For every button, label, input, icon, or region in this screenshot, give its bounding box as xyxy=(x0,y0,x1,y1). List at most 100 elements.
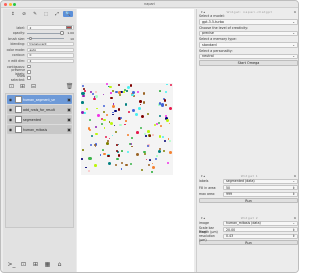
eye-icon[interactable]: ◉ xyxy=(8,127,13,132)
transform-icon[interactable]: ⤢ xyxy=(52,11,62,17)
fill-area-spinbox[interactable]: 50 ⇕ xyxy=(223,185,298,191)
grid-icon[interactable]: ▦ xyxy=(44,261,51,268)
trash-icon[interactable]: 🗑 xyxy=(66,83,74,90)
cell-label xyxy=(82,94,85,98)
dock-float-icon[interactable]: ⧉ xyxy=(294,10,296,14)
roll-axes-icon[interactable]: ⊞ xyxy=(32,261,39,268)
cell-label xyxy=(151,133,154,136)
cell-label xyxy=(168,106,172,110)
cell-label xyxy=(115,163,118,166)
property-slider[interactable]: 1.00 xyxy=(27,31,74,35)
cell-label xyxy=(165,104,168,107)
property-label: show selected: xyxy=(10,73,25,82)
cell-label xyxy=(94,145,97,148)
eye-icon[interactable]: ◉ xyxy=(8,117,13,122)
cell-label xyxy=(100,123,103,125)
cell-label xyxy=(123,88,126,91)
cell-label xyxy=(163,139,166,142)
fill-icon[interactable]: ⬚ xyxy=(41,11,51,17)
layer-type-icon: ▣ xyxy=(67,97,71,102)
property-spinbox[interactable]: 0 xyxy=(27,53,74,58)
new-points-layer-icon[interactable]: ⊡ xyxy=(8,83,15,90)
titlebar: napari xyxy=(1,1,298,8)
chevron-down-icon: ⌄ xyxy=(292,221,295,225)
cell-label xyxy=(139,126,143,130)
cell-label xyxy=(145,158,148,161)
property-select[interactable]: translucent xyxy=(27,42,74,47)
cell-label xyxy=(102,149,104,151)
slider-handle[interactable] xyxy=(29,36,33,41)
layer-item[interactable]: ◉ add_rvals_for_result ▣ xyxy=(7,105,72,114)
new-shapes-layer-icon[interactable]: ⊞ xyxy=(19,83,26,90)
property-checkbox[interactable] xyxy=(27,76,31,80)
cell-label xyxy=(109,122,114,126)
max-area-spinbox[interactable]: 999 ⇕ xyxy=(223,191,298,197)
pixel-resolution-spinbox[interactable]: 0.43 ⇕ xyxy=(223,233,298,239)
image-select[interactable]: human_mitosis (data) ⌄ xyxy=(223,220,298,226)
property-spinbox[interactable]: 2 xyxy=(27,25,74,30)
property-checkbox[interactable] xyxy=(27,64,31,69)
home-icon[interactable]: ⌂ xyxy=(56,261,63,268)
ndisplay-icon[interactable]: ⊡ xyxy=(20,261,27,268)
cell-label xyxy=(110,92,112,94)
console-icon[interactable]: >_ xyxy=(7,261,15,268)
cell-label xyxy=(116,157,119,161)
cell-label xyxy=(147,129,151,133)
personality-label: Select a personality: xyxy=(199,48,233,53)
cell-label xyxy=(131,137,134,140)
eye-icon[interactable]: ◉ xyxy=(8,107,13,112)
run-button[interactable]: Run xyxy=(199,197,298,204)
cell-label xyxy=(103,118,106,122)
start-omega-button[interactable]: Start Omega xyxy=(199,60,298,66)
paint-icon[interactable]: ✎ xyxy=(30,11,40,17)
cell-label xyxy=(107,140,110,142)
pan-zoom-icon[interactable]: ↕ xyxy=(8,11,18,17)
layer-thumbnail xyxy=(14,96,22,103)
cell-label xyxy=(126,89,129,92)
cell-label xyxy=(139,100,142,103)
layer-item[interactable]: ◉ segmented ▣ xyxy=(7,115,72,124)
cell-label xyxy=(145,135,148,137)
scale-bar-spinbox[interactable]: 20.00 ⇕ xyxy=(223,227,298,233)
cell-label xyxy=(100,117,103,120)
model-select[interactable]: gpt-3.5-turbo ⌄ xyxy=(199,19,298,25)
memory-select[interactable]: standard ⌄ xyxy=(199,42,298,48)
cell-label xyxy=(142,91,146,95)
layer-item[interactable]: ◉ human_segment_se ▣ xyxy=(7,95,72,104)
spin-arrows-icon: ⇕ xyxy=(292,185,295,190)
zoom-icon[interactable]: 🔍 xyxy=(63,11,73,17)
labels-select[interactable]: segmented (data) ⌄ xyxy=(223,178,298,184)
cell-label xyxy=(151,162,154,165)
property-slider[interactable]: 10 xyxy=(27,37,74,41)
cell-label xyxy=(91,134,94,137)
cell-label xyxy=(103,104,106,107)
cell-label xyxy=(117,108,121,111)
cell-label xyxy=(92,93,94,96)
chevron-down-icon: ⌄ xyxy=(292,42,295,47)
property-checkbox[interactable] xyxy=(27,70,31,75)
dock-float-icon[interactable]: ⧉ xyxy=(294,216,296,220)
cell-label xyxy=(153,123,156,126)
property-select[interactable]: auto xyxy=(27,47,74,52)
cell-label xyxy=(90,144,93,147)
cell-label xyxy=(147,163,151,167)
viewer-canvas[interactable] xyxy=(77,9,194,272)
cell-label xyxy=(130,163,133,166)
dock-float-icon[interactable]: ⧉ xyxy=(294,174,296,178)
new-labels-layer-icon[interactable]: ⊟ xyxy=(30,83,37,90)
slider-handle[interactable] xyxy=(60,31,64,35)
creativity-select[interactable]: precise ⌄ xyxy=(199,30,298,36)
cell-label xyxy=(95,132,98,136)
property-spinbox[interactable]: 2 xyxy=(27,58,74,64)
cell-label xyxy=(118,93,121,97)
personality-select[interactable]: neutral ⌄ xyxy=(199,53,298,59)
eye-icon[interactable]: ◉ xyxy=(8,97,13,102)
layer-item[interactable]: ◉ human_mitosis ▣ xyxy=(7,125,72,134)
cell-label xyxy=(111,134,114,137)
erase-icon[interactable]: ⊘ xyxy=(19,11,29,17)
cell-label xyxy=(95,107,98,110)
cell-label xyxy=(108,161,112,165)
image-view[interactable] xyxy=(81,83,173,175)
cell-label xyxy=(121,150,123,152)
label-color-swatch xyxy=(65,25,72,30)
